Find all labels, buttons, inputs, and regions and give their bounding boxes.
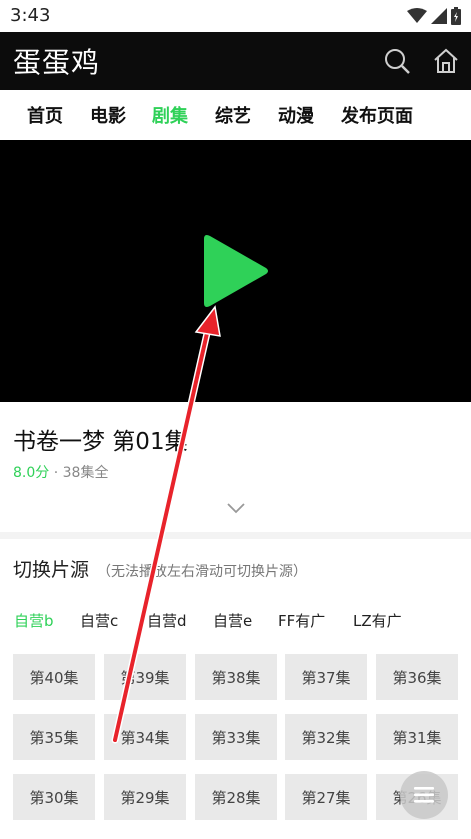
home-button[interactable] xyxy=(430,45,462,77)
episode-button[interactable]: 第29集 xyxy=(104,774,186,820)
episode-button[interactable]: 第39集 xyxy=(104,654,186,700)
section-divider xyxy=(0,532,471,539)
chevron-down-icon[interactable] xyxy=(225,500,247,516)
nav-item-anime[interactable]: 动漫 xyxy=(278,102,314,128)
show-rating: 8.0分 xyxy=(13,465,50,481)
meta-separator: · xyxy=(49,465,63,481)
menu-icon xyxy=(414,787,434,803)
source-tab[interactable]: LZ有广 xyxy=(353,610,402,631)
floating-menu-button[interactable] xyxy=(400,771,448,819)
nav-item-series[interactable]: 剧集 xyxy=(152,102,188,128)
source-tab[interactable]: 自营b xyxy=(14,610,54,631)
source-header: 切换片源 （无法播放左右滑动可切换片源） xyxy=(13,555,307,582)
episode-button[interactable]: 第37集 xyxy=(285,654,367,700)
home-icon xyxy=(434,48,458,73)
play-icon[interactable] xyxy=(200,232,270,310)
app-title: 蛋蛋鸡 xyxy=(13,46,101,79)
episode-button[interactable]: 第27集 xyxy=(285,774,367,820)
app-header: 蛋蛋鸡 xyxy=(0,32,471,90)
status-time: 3:43 xyxy=(10,5,51,26)
source-tab[interactable]: 自营e xyxy=(213,610,252,631)
episodes-total: 38集全 xyxy=(62,465,109,481)
source-tab[interactable]: 自营c xyxy=(80,610,118,631)
category-nav: 首页 电影 剧集 综艺 动漫 发布页面 xyxy=(0,90,471,140)
battery-icon xyxy=(451,7,461,25)
episode-button[interactable]: 第31集 xyxy=(376,714,458,760)
episode-button[interactable]: 第36集 xyxy=(376,654,458,700)
search-button[interactable] xyxy=(381,45,413,77)
source-tabs: 自营b 自营c 自营d 自营e FF有广 LZ有广 xyxy=(0,607,471,633)
nav-item-home[interactable]: 首页 xyxy=(27,102,63,128)
show-title: 书卷一梦 第01集 xyxy=(13,429,188,455)
search-icon xyxy=(385,49,410,74)
source-tab[interactable]: FF有广 xyxy=(278,610,325,631)
status-icons xyxy=(407,5,461,27)
source-title: 切换片源 xyxy=(13,559,90,581)
episode-button[interactable]: 第38集 xyxy=(195,654,277,700)
episode-button[interactable]: 第34集 xyxy=(104,714,186,760)
status-bar: 3:43 xyxy=(0,0,471,32)
episode-button[interactable]: 第33集 xyxy=(195,714,277,760)
nav-item-publish[interactable]: 发布页面 xyxy=(341,102,413,128)
episode-button[interactable]: 第35集 xyxy=(13,714,95,760)
show-meta: 8.0分 · 38集全 xyxy=(13,462,108,482)
nav-item-variety[interactable]: 综艺 xyxy=(215,102,251,128)
source-tab[interactable]: 自营d xyxy=(147,610,187,631)
wifi-icon xyxy=(407,8,427,23)
signal-icon xyxy=(431,8,447,24)
episode-button[interactable]: 第30集 xyxy=(13,774,95,820)
episode-button[interactable]: 第40集 xyxy=(13,654,95,700)
episode-button[interactable]: 第28集 xyxy=(195,774,277,820)
episode-button[interactable]: 第32集 xyxy=(285,714,367,760)
nav-item-movies[interactable]: 电影 xyxy=(90,102,126,128)
source-hint: （无法播放左右滑动可切换片源） xyxy=(97,564,308,580)
